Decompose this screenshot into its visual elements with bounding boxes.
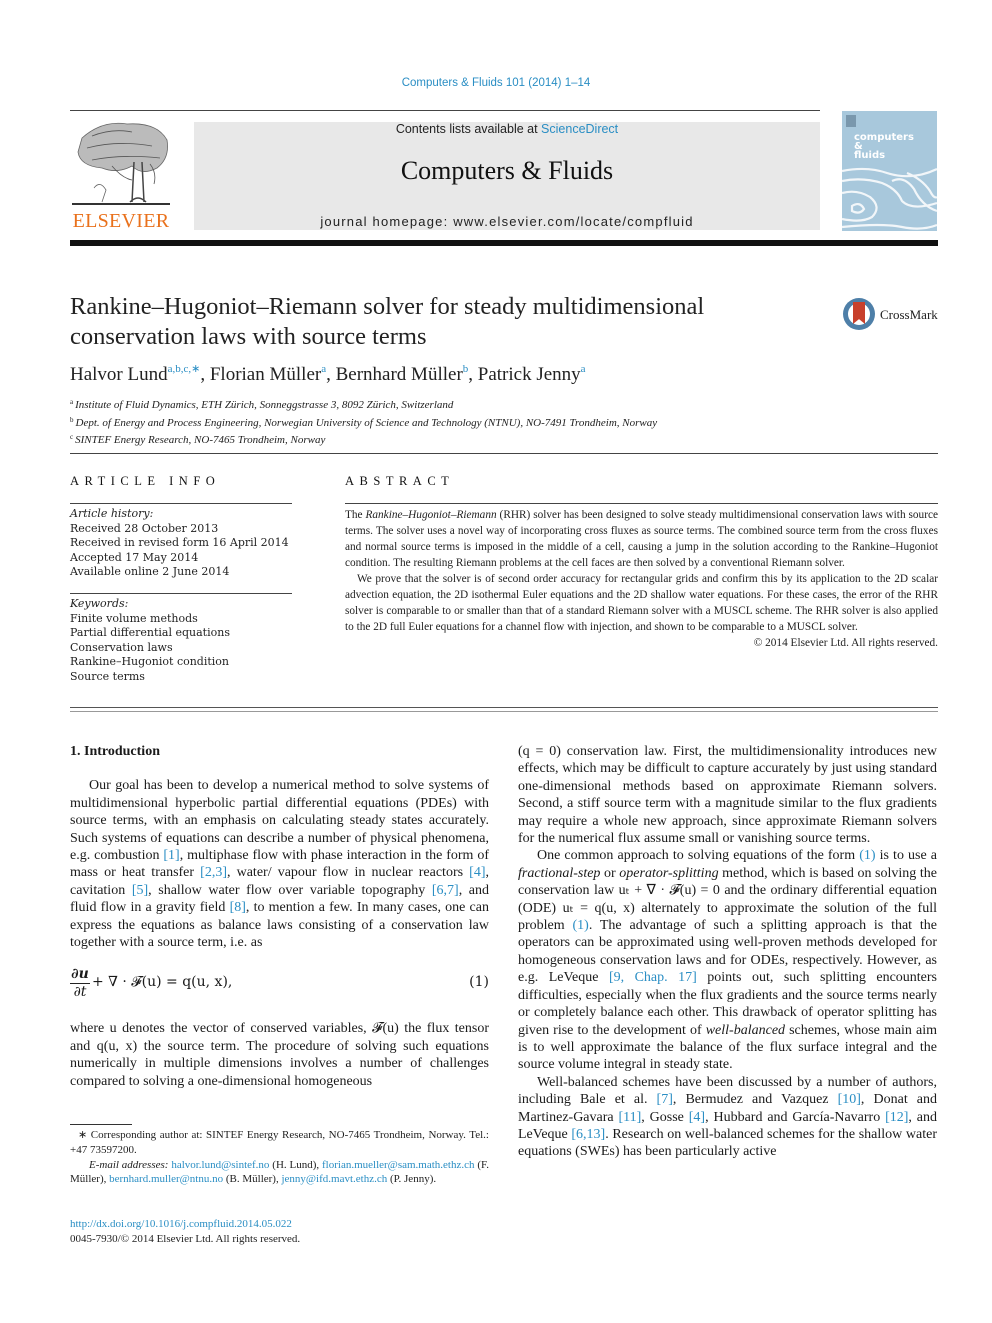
emphasis: fractional-step bbox=[518, 865, 601, 881]
body-paragraph: One common approach to solving equations… bbox=[518, 848, 938, 1073]
body-column-left: 1. Introduction Our goal has been to dev… bbox=[70, 743, 489, 1090]
body-column-right: (q = 0) conservation law. First, the mul… bbox=[518, 743, 937, 1161]
elsevier-logo[interactable]: ELSEVIER bbox=[70, 118, 172, 234]
citation-link[interactable]: (1) bbox=[859, 848, 875, 863]
equation-fraction: ∂u ∂t bbox=[70, 966, 90, 1001]
body-top-rule bbox=[70, 707, 938, 712]
banner-bottom-rule bbox=[70, 240, 938, 246]
article-info-heading: ARTICLE INFO bbox=[70, 474, 221, 488]
equation-number: (1) bbox=[469, 974, 489, 991]
body-paragraph: Our goal has been to develop a numerical… bbox=[70, 778, 490, 951]
history-item: Received 28 October 2013 bbox=[70, 521, 219, 535]
author-name[interactable]: Bernhard Müller bbox=[336, 364, 463, 385]
citation-link[interactable]: [5] bbox=[132, 883, 148, 898]
crossmark-badge[interactable]: CrossMark bbox=[843, 298, 943, 334]
body-paragraph: where u denotes the vector of conserved … bbox=[70, 1021, 489, 1089]
equation-body: + ∇ · 𝓕(u) = q(u, x), bbox=[92, 974, 233, 991]
keyword: Partial differential equations bbox=[70, 626, 230, 639]
affiliation: a Institute of Fluid Dynamics, ETH Zürich… bbox=[70, 398, 454, 411]
keyword: Finite volume methods bbox=[70, 611, 198, 625]
contents-prefix: Contents lists available at bbox=[395, 122, 542, 136]
contents-line: Contents lists available at ScienceDirec… bbox=[194, 122, 820, 136]
citation-link[interactable]: [1] bbox=[163, 848, 179, 863]
author-name[interactable]: Florian Müller bbox=[210, 364, 321, 385]
header-rule bbox=[70, 110, 820, 111]
elsevier-wordmark: ELSEVIER bbox=[72, 210, 170, 232]
affiliation: b Dept. of Energy and Process Engineering… bbox=[70, 415, 658, 429]
author-affil-link[interactable]: a bbox=[321, 363, 326, 375]
citation-link[interactable]: [9, Chap. 17] bbox=[609, 970, 697, 985]
abstract-rule bbox=[345, 503, 938, 504]
citation-link[interactable]: [10] bbox=[838, 1092, 861, 1107]
abstract-paragraph: The Rankine–Hugoniot–Riemann (RHR) solve… bbox=[345, 509, 938, 569]
email-link[interactable]: jenny@ifd.mavt.ethz.ch bbox=[281, 1173, 387, 1185]
author-list: Halvor Lunda,b,c,∗, Florian Müllera, Ber… bbox=[70, 363, 586, 385]
citation-link[interactable]: [4] bbox=[469, 865, 485, 880]
history-label: Article history: bbox=[70, 507, 154, 520]
section-rule bbox=[70, 453, 938, 454]
cover-wave-pattern-icon bbox=[842, 115, 937, 230]
elsevier-tree-icon bbox=[72, 122, 170, 205]
keyword: Conservation laws bbox=[70, 640, 173, 654]
citation-link[interactable]: [6,13] bbox=[571, 1127, 605, 1142]
citation-link[interactable]: [8] bbox=[230, 900, 246, 915]
keyword: Source terms bbox=[70, 669, 145, 683]
journal-title: Computers & Fluids bbox=[400, 156, 614, 185]
abstract-paragraph: We prove that the solver is of second or… bbox=[345, 573, 938, 633]
article-info-rule bbox=[70, 503, 292, 504]
footnotes: ∗ Corresponding author at: SINTEF Energy… bbox=[70, 1128, 489, 1187]
emphasis: operator-splitting bbox=[619, 865, 719, 881]
author-affil-link[interactable]: b bbox=[463, 363, 469, 375]
keywords: Keywords: Finite volume methods Partial … bbox=[70, 597, 292, 684]
equation-1: ∂u ∂t + ∇ · 𝓕(u) = q(u, x), (1) bbox=[70, 966, 489, 1006]
affiliation: c SINTEF Energy Research, NO-7465 Trondhe… bbox=[70, 433, 326, 446]
journal-banner: Contents lists available at ScienceDirec… bbox=[194, 122, 820, 230]
abstract-body: The Rankine–Hugoniot–Riemann (RHR) solve… bbox=[345, 507, 938, 651]
running-head[interactable]: Computers & Fluids 101 (2014) 1–14 bbox=[0, 77, 992, 89]
keyword: Rankine–Hugoniot condition bbox=[70, 655, 230, 668]
issn-copyright: 0045-7930/© 2014 Elsevier Ltd. All right… bbox=[70, 1232, 301, 1245]
emphasis: well-balanced bbox=[705, 1022, 786, 1038]
sciencedirect-link[interactable]: ScienceDirect bbox=[541, 122, 618, 136]
body-paragraph: (q = 0) conservation law. First, the mul… bbox=[518, 744, 937, 847]
citation-link[interactable]: [12] bbox=[885, 1110, 908, 1125]
doi-block: http://dx.doi.org/10.1016/j.compfluid.20… bbox=[70, 1217, 300, 1246]
history-item: Accepted 17 May 2014 bbox=[70, 550, 199, 564]
doi-link[interactable]: http://dx.doi.org/10.1016/j.compfluid.20… bbox=[70, 1218, 292, 1230]
citation-link[interactable]: (1) bbox=[572, 918, 588, 933]
footnote-rule bbox=[70, 1124, 132, 1125]
history-item: Available online 2 June 2014 bbox=[70, 565, 230, 578]
article-title: Rankine–Hugoniot–Riemann solver for stea… bbox=[70, 293, 705, 350]
journal-homepage[interactable]: journal homepage: www.elsevier.com/locat… bbox=[194, 214, 820, 229]
keywords-label: Keywords: bbox=[70, 597, 129, 610]
author-name[interactable]: Patrick Jenny bbox=[478, 364, 581, 385]
author-affil-link[interactable]: a,b,c,∗ bbox=[168, 363, 201, 375]
email-addresses: E-mail addresses: halvor.lund@sintef.no … bbox=[70, 1158, 489, 1186]
affiliations: a Institute of Fluid Dynamics, ETH Zürich… bbox=[70, 395, 657, 448]
crossmark-icon bbox=[843, 298, 875, 330]
author-name[interactable]: Halvor Lund bbox=[70, 364, 168, 385]
citation-link[interactable]: [4] bbox=[689, 1110, 705, 1125]
abstract-heading: ABSTRACT bbox=[345, 474, 455, 488]
keywords-rule bbox=[70, 593, 292, 594]
crossmark-label: CrossMark bbox=[880, 307, 938, 322]
citation-link[interactable]: [11] bbox=[618, 1110, 641, 1125]
corresponding-author-note: ∗ Corresponding author at: SINTEF Energy… bbox=[70, 1129, 489, 1156]
citation-link[interactable]: [6,7] bbox=[432, 883, 459, 898]
body-paragraph: Well-balanced schemes have been discusse… bbox=[518, 1074, 938, 1160]
history-item: Received in revised form 16 April 2014 bbox=[70, 536, 289, 549]
section-heading: 1. Introduction bbox=[70, 744, 160, 759]
abstract-copyright: © 2014 Elsevier Ltd. All rights reserved… bbox=[753, 637, 938, 649]
email-link[interactable]: halvor.lund@sintef.no bbox=[171, 1159, 269, 1171]
citation-link[interactable]: [2,3] bbox=[200, 865, 227, 880]
article-history: Article history: Received 28 October 201… bbox=[70, 507, 292, 580]
email-link[interactable]: florian.mueller@sam.math.ethz.ch bbox=[322, 1159, 474, 1171]
citation-link[interactable]: [7] bbox=[657, 1092, 673, 1107]
author-affil-link[interactable]: a bbox=[581, 363, 586, 375]
journal-cover[interactable]: computers & fluids bbox=[842, 111, 937, 231]
email-link[interactable]: bernhard.muller@ntnu.no bbox=[109, 1173, 223, 1185]
cover-title: computers & fluids bbox=[854, 132, 914, 161]
